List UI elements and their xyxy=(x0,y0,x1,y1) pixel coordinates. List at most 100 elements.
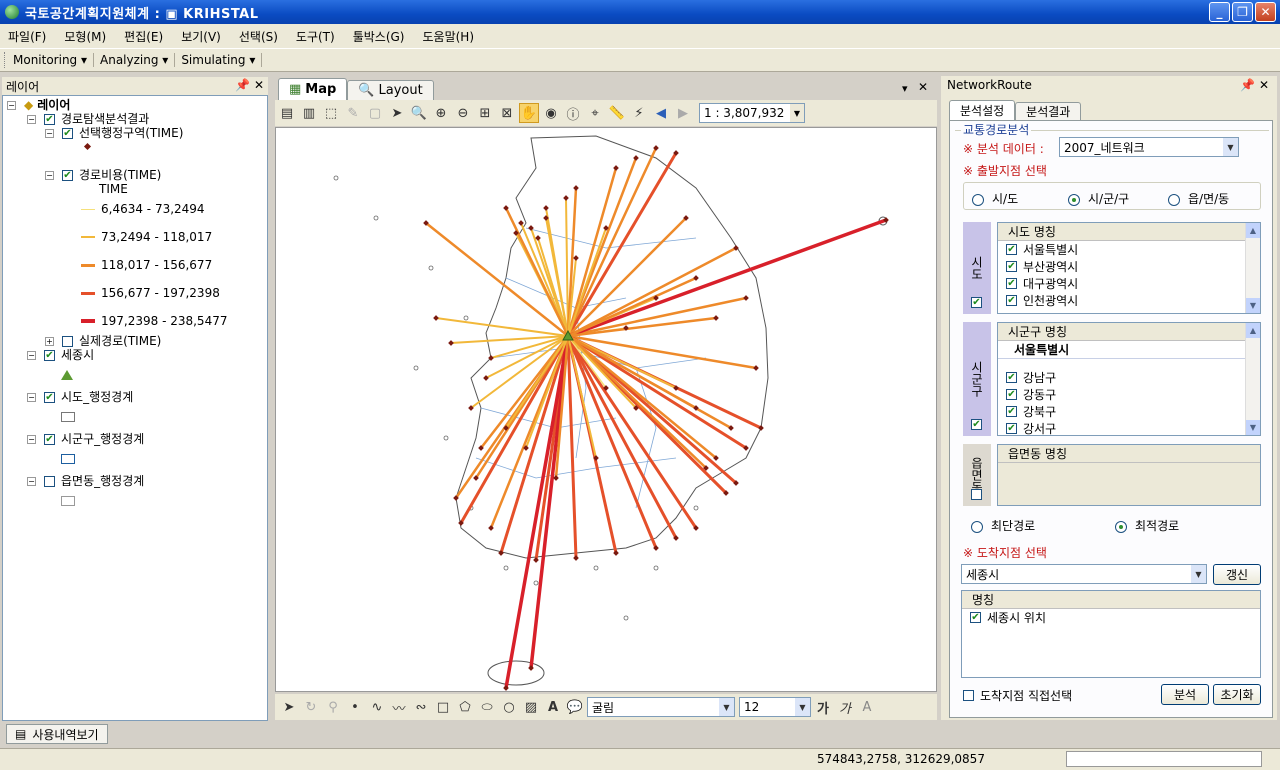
collapse-icon[interactable]: − xyxy=(27,350,36,360)
collapse-icon[interactable]: − xyxy=(27,434,36,444)
radio-sido[interactable]: 시/도 xyxy=(972,190,1018,207)
tab-analysis-results[interactable]: 분석결과 xyxy=(1015,102,1082,120)
map-canvas[interactable] xyxy=(275,127,937,692)
back-icon[interactable]: ◀ xyxy=(651,103,671,123)
edit-icon[interactable]: ✎ xyxy=(343,103,363,123)
list-item[interactable]: 강북구 xyxy=(998,403,1260,420)
bold-button[interactable]: 가 xyxy=(813,697,833,717)
fixed-zoom-in-icon[interactable]: ⊞ xyxy=(475,103,495,123)
radio-sigungu[interactable]: 시/군/구 xyxy=(1068,190,1129,207)
collapse-icon[interactable]: − xyxy=(45,128,54,138)
rotate-icon[interactable]: ↻ xyxy=(301,697,321,717)
layer-checkbox[interactable] xyxy=(44,113,55,125)
list-item[interactable]: 인천광역시 xyxy=(998,292,1260,309)
scale-input[interactable]: 1 : 3,807,932 ▼ xyxy=(699,103,805,123)
refresh-button[interactable]: 갱신 xyxy=(1213,564,1261,585)
pan-hand-icon[interactable]: ✋ xyxy=(519,103,539,123)
scrollbar[interactable]: ▲ ▼ xyxy=(1245,323,1260,435)
marker-icon[interactable]: • xyxy=(345,697,365,717)
hyperlink-icon[interactable]: ⚡ xyxy=(629,103,649,123)
polyline-icon[interactable]: 〰 xyxy=(389,697,409,717)
menu-tools[interactable]: 도구(T) xyxy=(296,28,335,45)
monitoring-menu[interactable]: Monitoring ▾ xyxy=(13,53,95,67)
forward-icon[interactable]: ▶ xyxy=(673,103,693,123)
list-item[interactable]: 부산광역시 xyxy=(998,258,1260,275)
tab-menu-icon[interactable]: ▾ xyxy=(902,82,908,95)
scrollbar[interactable]: ▲ ▼ xyxy=(1245,223,1260,313)
list-item[interactable]: 강서구 xyxy=(998,420,1260,435)
list-item[interactable]: 대구광역시 xyxy=(998,275,1260,292)
polygon-icon[interactable]: ⬠ xyxy=(455,697,475,717)
circle-icon[interactable]: ○ xyxy=(499,697,519,717)
chevron-down-icon[interactable]: ▼ xyxy=(795,698,810,716)
collapse-icon[interactable]: − xyxy=(7,100,16,110)
tab-layout[interactable]: 🔍 Layout xyxy=(347,80,434,100)
curve-icon[interactable]: ∿ xyxy=(367,697,387,717)
radio-shortest-route[interactable]: 최단경로 xyxy=(971,517,1035,534)
radio-emd[interactable]: 읍/면/동 xyxy=(1168,190,1229,207)
chevron-down-icon[interactable]: ▼ xyxy=(719,698,734,716)
menu-file[interactable]: 파일(F) xyxy=(8,28,46,45)
sido-all-checkbox[interactable] xyxy=(971,297,982,308)
select-element-icon[interactable]: ➤ xyxy=(279,697,299,717)
layer-checkbox[interactable] xyxy=(62,335,73,347)
add-layer-icon[interactable]: ▤ xyxy=(277,103,297,123)
layer-checkbox[interactable] xyxy=(44,349,55,361)
item-checkbox[interactable] xyxy=(1006,372,1017,383)
layer-checkbox[interactable] xyxy=(44,391,55,403)
tab-analysis-settings[interactable]: 분석설정 xyxy=(949,100,1016,120)
layers-icon[interactable]: ▥ xyxy=(299,103,319,123)
callout-icon[interactable]: 💬 xyxy=(565,697,585,717)
zoom-in-icon[interactable]: ⊕ xyxy=(431,103,451,123)
tab-map[interactable]: ▦ Map xyxy=(278,78,348,100)
item-checkbox[interactable] xyxy=(1006,389,1017,400)
dest-select[interactable]: 세종시 ▼ xyxy=(961,564,1207,584)
identify-icon[interactable]: ⓘ xyxy=(563,103,583,123)
usage-history-tab[interactable]: ▤ 사용내역보기 xyxy=(6,724,108,744)
menu-model[interactable]: 모형(M) xyxy=(64,28,106,45)
list-item[interactable]: 강동구 xyxy=(998,386,1260,403)
chevron-down-icon[interactable]: ▼ xyxy=(1223,138,1238,156)
emd-all-checkbox[interactable] xyxy=(971,489,982,500)
toolbar-grip[interactable] xyxy=(4,52,7,68)
item-checkbox[interactable] xyxy=(1006,295,1017,306)
menu-select[interactable]: 선택(S) xyxy=(239,28,278,45)
collapse-icon[interactable]: − xyxy=(27,114,36,124)
reset-button[interactable]: 초기화 xyxy=(1213,684,1261,705)
sigungu-all-checkbox[interactable] xyxy=(971,419,982,430)
item-checkbox[interactable] xyxy=(1006,406,1017,417)
list-item[interactable]: 서울특별시 xyxy=(998,241,1260,258)
freehand-icon[interactable]: ∾ xyxy=(411,697,431,717)
layer-checkbox[interactable] xyxy=(62,169,73,181)
font-select[interactable]: 굴림 ▼ xyxy=(587,697,735,717)
item-checkbox[interactable] xyxy=(970,612,981,623)
font-color-icon[interactable]: A xyxy=(857,697,877,717)
layer-checkbox[interactable] xyxy=(44,475,55,487)
chevron-down-icon[interactable]: ▼ xyxy=(1191,565,1206,583)
list-item[interactable]: 세종시 위치 xyxy=(962,609,1260,626)
ellipse-icon[interactable]: ⬭ xyxy=(477,697,497,717)
direct-select-checkbox[interactable] xyxy=(963,690,974,701)
menu-toolbox[interactable]: 툴박스(G) xyxy=(353,28,405,45)
pointer-icon[interactable]: ➤ xyxy=(387,103,407,123)
picture-icon[interactable]: ▨ xyxy=(521,697,541,717)
menu-help[interactable]: 도움말(H) xyxy=(423,28,475,45)
pin-close-icons[interactable]: 📌 ✕ xyxy=(1240,78,1269,92)
collapse-icon[interactable]: − xyxy=(27,392,36,402)
zoom-icon[interactable]: 🔍 xyxy=(409,103,429,123)
item-checkbox[interactable] xyxy=(1006,261,1017,272)
item-checkbox[interactable] xyxy=(1006,423,1017,434)
chevron-down-icon[interactable]: ▼ xyxy=(790,104,804,122)
collapse-icon[interactable]: − xyxy=(45,170,54,180)
menu-view[interactable]: 보기(V) xyxy=(181,28,221,45)
minimize-button[interactable]: _ xyxy=(1209,2,1230,22)
maximize-button[interactable]: ❐ xyxy=(1232,2,1253,22)
pin-close-icons[interactable]: 📌 ✕ xyxy=(235,78,264,92)
measure-icon[interactable]: 📏 xyxy=(607,103,627,123)
italic-button[interactable]: 가 xyxy=(835,697,855,717)
list-item[interactable]: 강남구 xyxy=(998,369,1260,386)
radio-optimal-route[interactable]: 최적경로 xyxy=(1115,517,1179,534)
full-extent-icon[interactable]: ◉ xyxy=(541,103,561,123)
font-size-select[interactable]: 12 ▼ xyxy=(739,697,811,717)
zoom-to-element-icon[interactable]: ⚲ xyxy=(323,697,343,717)
